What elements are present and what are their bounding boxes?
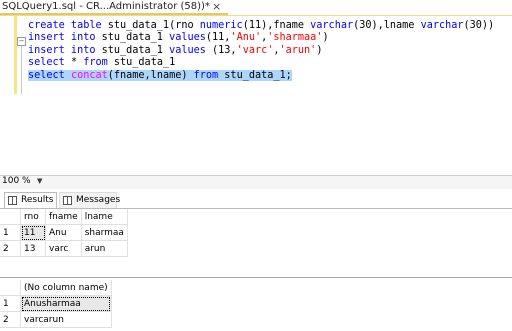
code-token: varchar	[310, 20, 354, 31]
code-token: from	[193, 69, 225, 81]
code-token: 'arun'	[279, 44, 317, 56]
code-token: from	[83, 57, 114, 69]
code-line[interactable]: insert into stu_data_1 values(11,'Anu','…	[28, 32, 494, 44]
selected-text: select concat(fname,lname) from stu_data…	[28, 69, 292, 81]
line-text: insert into stu_data_1 values(11,'Anu','…	[28, 32, 329, 43]
code-token: (30))	[463, 20, 495, 31]
row-number[interactable]: 1	[0, 295, 21, 312]
outline-line	[21, 46, 22, 94]
column-header[interactable]: lname	[81, 209, 128, 225]
column-header[interactable]: (No column name)	[20, 280, 112, 296]
code-token: concat	[70, 69, 108, 81]
code-token: stu_data_1(rno	[107, 20, 200, 31]
code-token: values	[169, 32, 206, 44]
results-tabs: Results Messages	[0, 190, 512, 208]
zoom-value: 100 %	[2, 176, 31, 186]
collapse-icon[interactable]: −	[17, 37, 26, 46]
row-number[interactable]: 2	[0, 311, 21, 328]
code-line[interactable]: create table stu_data_1(rno numeric(11),…	[28, 20, 494, 32]
header-row: rno fname lname	[0, 209, 128, 225]
document-tab-bar: SQLQuery1.sql - CR...Administrator (58))…	[0, 0, 512, 16]
code-token: 'varc'	[236, 44, 274, 56]
code-token: (13,	[212, 44, 237, 56]
column-header[interactable]: rno	[20, 209, 46, 225]
code-token: stu_data_1	[101, 44, 170, 56]
code-line[interactable]: select * from stu_data_1	[28, 57, 494, 69]
table-cell[interactable]: varc	[45, 240, 82, 257]
code-token: create table	[28, 20, 108, 31]
table-cell[interactable]: Anu	[45, 224, 82, 241]
line-text: select * from stu_data_1	[28, 57, 175, 68]
code-token: (11),fname	[242, 20, 311, 31]
code-token: )	[316, 44, 323, 56]
table-row: 1 Anusharmaa	[0, 295, 112, 312]
table-cell[interactable]: 13	[20, 240, 46, 257]
line-text: create table stu_data_1(rno numeric(11),…	[28, 20, 494, 31]
row-header-corner[interactable]	[0, 280, 21, 296]
table-row: 2 varcarun	[0, 311, 112, 328]
table-row: 1 11 Anu sharmaa	[0, 224, 128, 241]
messages-icon	[63, 196, 72, 205]
table-cell[interactable]: arun	[81, 240, 128, 257]
query-tab-title: SQLQuery1.sql - CR...Administrator (58))…	[2, 1, 210, 12]
code-token: stu_data_1;	[224, 69, 292, 81]
zoom-select[interactable]: 100 % ▼	[2, 176, 44, 188]
code-token: (30),lname	[353, 20, 421, 31]
row-number[interactable]: 2	[0, 240, 21, 257]
tab-results-label: Results	[21, 195, 54, 205]
code-token: stu_data_1	[101, 32, 170, 44]
code-line[interactable]: insert into stu_data_1 values (13,'varc'…	[28, 45, 494, 57]
table-cell[interactable]: varcarun	[20, 311, 112, 328]
code-token: (fname,lname)	[107, 69, 194, 81]
change-tracking-bar	[14, 16, 17, 94]
code-token: varchar	[420, 20, 464, 31]
query-editor[interactable]: − create table stu_data_1(rno numeric(11…	[0, 16, 512, 174]
code-token: numeric	[199, 20, 243, 31]
zoom-bar: 100 % ▼	[0, 175, 512, 189]
code-token: select	[28, 57, 71, 69]
tab-messages[interactable]: Messages	[59, 192, 121, 208]
code-token: stu_data_1	[113, 57, 176, 69]
code-token: *	[70, 57, 84, 69]
chevron-down-icon[interactable]: ▼	[37, 177, 42, 185]
table-cell[interactable]: 11	[20, 224, 46, 241]
grid-icon	[8, 196, 17, 205]
tab-messages-label: Messages	[76, 195, 121, 205]
close-icon[interactable]: ×	[212, 0, 221, 13]
table-row: 2 13 varc arun	[0, 240, 128, 257]
code-token: 'sharmaa'	[267, 32, 323, 44]
code-token: 'Anu'	[230, 32, 262, 44]
code-token: values	[169, 44, 213, 56]
column-header[interactable]: fname	[45, 209, 82, 225]
row-header-corner[interactable]	[0, 209, 21, 225]
result-table-2: (No column name) 1 Anusharmaa 2 varcarun	[0, 280, 112, 328]
code-token: )	[322, 32, 329, 44]
table-cell[interactable]: Anusharmaa	[20, 295, 112, 312]
result-table-1: rno fname lname 1 11 Anu sharmaa 2 13 va…	[0, 209, 128, 257]
code-token: select	[28, 69, 71, 81]
result-grid-2[interactable]: (No column name) 1 Anusharmaa 2 varcarun	[0, 280, 512, 331]
query-tab[interactable]: SQLQuery1.sql - CR...Administrator (58))…	[0, 0, 228, 15]
code-token: (11,	[205, 32, 231, 44]
result-grid-1[interactable]: rno fname lname 1 11 Anu sharmaa 2 13 va…	[0, 209, 512, 278]
code-token: insert into	[28, 32, 102, 44]
code-line[interactable]: select concat(fname,lname) from stu_data…	[28, 69, 494, 82]
header-row: (No column name)	[0, 280, 112, 296]
sql-code[interactable]: create table stu_data_1(rno numeric(11),…	[28, 20, 494, 82]
table-cell[interactable]: sharmaa	[81, 224, 128, 241]
line-text: insert into stu_data_1 values (13,'varc'…	[28, 45, 322, 56]
tab-results[interactable]: Results	[4, 192, 57, 208]
code-token: insert into	[28, 44, 102, 56]
row-number[interactable]: 1	[0, 224, 21, 241]
editor-margin	[0, 16, 14, 174]
